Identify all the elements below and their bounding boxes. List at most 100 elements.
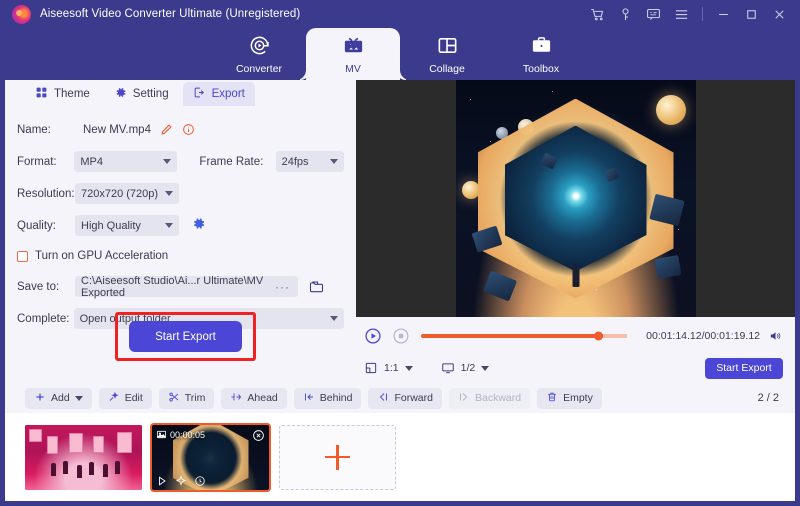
toolbar-divider (702, 7, 703, 21)
export-settings-panel: Theme Setting Export Name: New MV.mp4 Fo… (5, 80, 356, 383)
resolution-value: 720x720 (720p) (81, 187, 159, 200)
trim-label: Trim (184, 392, 206, 404)
insert-ahead-icon (230, 391, 242, 406)
close-icon[interactable] (772, 7, 787, 22)
chevron-down-icon (330, 159, 338, 164)
aspect-ratio-icon (364, 361, 378, 375)
quality-select[interactable]: High Quality (75, 215, 179, 236)
form-row-resolution: Resolution: 720x720 (720p) (17, 181, 344, 206)
add-clip-placeholder[interactable] (279, 424, 396, 490)
aspect-ratio-value: 1:1 (384, 362, 399, 374)
ahead-label: Ahead (247, 392, 278, 404)
nav-tab-toolbox[interactable]: Toolbox (494, 28, 588, 80)
empty-button[interactable]: Empty (537, 387, 602, 409)
seek-handle[interactable] (594, 331, 603, 341)
chevron-down-icon[interactable] (481, 365, 490, 371)
move-forward-icon (377, 391, 389, 406)
preview-panel: 00:01:14.12/00:01:19.12 1:1 1/2 Start Ex… (356, 80, 795, 383)
thumbnail-clip-space-portal[interactable]: 00:00:05 (150, 422, 271, 492)
player-start-export-button[interactable]: Start Export (705, 357, 783, 379)
save-to-value: C:\Aiseesoft Studio\Ai...r Ultimate\MV E… (81, 274, 264, 299)
sub-tab-export[interactable]: Export (182, 81, 255, 106)
save-to-label: Save to: (17, 280, 60, 293)
chevron-down-icon (165, 191, 173, 196)
moon-left (461, 180, 480, 199)
nav-tab-label: MV (345, 62, 361, 75)
edit-button[interactable]: Edit (98, 387, 152, 409)
main-body: Theme Setting Export Name: New MV.mp4 Fo… (0, 80, 800, 506)
nav-tab-label: Collage (429, 62, 465, 75)
volume-icon[interactable] (768, 329, 783, 343)
gear-icon (114, 86, 127, 102)
chevron-down-icon[interactable] (404, 365, 413, 371)
play-circle-icon[interactable] (364, 327, 382, 345)
chevron-down-icon[interactable] (74, 395, 83, 401)
clock-icon[interactable] (194, 475, 206, 487)
ahead-button[interactable]: Ahead (221, 387, 287, 409)
image-icon (156, 429, 167, 442)
export-icon (193, 86, 206, 102)
forward-label: Forward (394, 392, 433, 404)
timecode-display: 00:01:14.12/00:01:19.12 (646, 330, 760, 342)
clip-toolbar: Add Edit Trim Ahead Behind Forward Backw… (5, 383, 795, 413)
plus-icon (325, 444, 350, 470)
moon-large (655, 94, 686, 125)
window-controls (590, 7, 800, 22)
feedback-icon[interactable] (646, 7, 661, 22)
forward-button[interactable]: Forward (368, 387, 442, 409)
sub-tab-theme[interactable]: Theme (25, 82, 100, 106)
format-label: Format: (17, 155, 57, 168)
gpu-checkbox[interactable] (17, 250, 28, 262)
zoom-control[interactable]: 1/2 (441, 361, 490, 375)
key-icon[interactable] (618, 7, 633, 22)
behind-button[interactable]: Behind (293, 387, 362, 409)
close-circle-icon[interactable] (252, 429, 265, 447)
monitor-icon (441, 361, 455, 375)
chevron-down-icon (163, 159, 172, 164)
stop-circle-icon[interactable] (392, 327, 410, 345)
sub-tab-label: Setting (132, 87, 169, 100)
pencil-icon[interactable] (160, 123, 173, 136)
thumbnail-image (25, 424, 142, 490)
cart-icon[interactable] (590, 7, 605, 22)
thumbnail-action-icons (156, 474, 206, 487)
maximize-icon[interactable] (744, 7, 759, 22)
zoom-value: 1/2 (460, 362, 476, 374)
chevron-down-icon (330, 316, 338, 321)
nav-tab-collage[interactable]: Collage (400, 28, 494, 80)
browse-button[interactable]: ··· (275, 280, 296, 294)
play-icon[interactable] (156, 475, 168, 487)
page-counter: 2 / 2 (757, 392, 779, 404)
trim-button[interactable]: Trim (158, 387, 215, 409)
info-icon[interactable] (182, 123, 195, 136)
star-effects-icon[interactable] (175, 474, 187, 487)
name-value: New MV.mp4 (83, 123, 151, 136)
seek-remaining (603, 334, 627, 338)
frame-rate-select[interactable]: 24fps (275, 151, 344, 172)
sub-tab-bar: Theme Setting Export (5, 80, 356, 107)
thumbnail-clip-gallery[interactable] (25, 424, 142, 490)
form-row-save-to: Save to: C:\Aiseesoft Studio\Ai...r Ulti… (17, 274, 344, 299)
video-preview-stage[interactable] (356, 80, 795, 317)
player-controls: 00:01:14.12/00:01:19.12 1:1 1/2 Start Ex… (356, 317, 795, 383)
gpu-acceleration-row[interactable]: Turn on GPU Acceleration (17, 245, 344, 267)
nav-tab-converter[interactable]: Converter (212, 28, 306, 80)
application-window: Aiseesoft Video Converter Ultimate (Unre… (0, 0, 800, 506)
menu-icon[interactable] (674, 7, 689, 22)
chevron-down-icon (165, 223, 173, 228)
resolution-select[interactable]: 720x720 (720p) (75, 183, 179, 204)
add-button[interactable]: Add (25, 387, 92, 409)
seek-slider[interactable] (421, 331, 627, 341)
main-navigation: Converter MV Collage Toolbox (0, 28, 800, 80)
aspect-ratio-control[interactable]: 1:1 (364, 361, 413, 375)
app-title: Aiseesoft Video Converter Ultimate (Unre… (40, 8, 301, 20)
minimize-icon[interactable] (716, 7, 731, 22)
backward-label: Backward (474, 392, 522, 404)
folder-icon[interactable] (308, 279, 325, 295)
quality-settings-gear-icon[interactable] (191, 216, 206, 236)
sub-tab-setting[interactable]: Setting (104, 82, 179, 106)
format-select[interactable]: MP4 (74, 151, 178, 172)
nav-tab-mv[interactable]: MV (306, 28, 400, 80)
sub-tab-label: Export (211, 87, 245, 100)
save-to-path-field[interactable]: C:\Aiseesoft Studio\Ai...r Ultimate\MV E… (75, 274, 298, 299)
